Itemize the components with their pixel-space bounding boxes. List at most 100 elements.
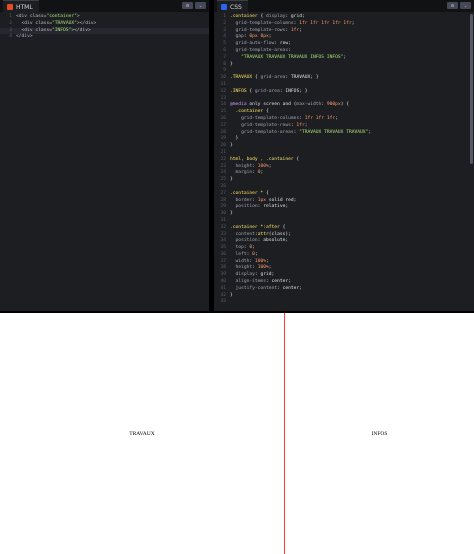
code-token: display: [265, 14, 286, 19]
code-token: position: [230, 238, 258, 244]
code-token: 1fr 1fr 1fr: [304, 115, 336, 121]
code-token: relative: [263, 204, 286, 210]
css-settings-button[interactable]: ⚙: [447, 2, 458, 9]
line-number: 2: [223, 20, 226, 26]
line-number: 11: [220, 81, 226, 87]
code-token: 1px: [257, 197, 269, 203]
code-token: "TRAVAUX TRAVAUX TRAVAUX INFOS INFOS": [230, 54, 344, 60]
css-code-line[interactable]: 40 align-items: center;: [214, 279, 474, 286]
css-code-line[interactable]: 2 grid-template-columns: 1fr 1fr 1fr 1fr…: [214, 21, 474, 28]
html-code-area[interactable]: 1 <div class="container"> 2 <div class="TR…: [0, 12, 209, 311]
css-code-line[interactable]: 11: [214, 82, 474, 89]
code-token: absolute: [263, 238, 286, 244]
line-number: 30: [220, 211, 226, 217]
line-number: 40: [220, 279, 226, 285]
css-code-line[interactable]: 27 .container * {: [214, 191, 474, 198]
html-code-line[interactable]: 4 </div>: [0, 34, 209, 41]
css-code-line[interactable]: 10 .TRAVAUX { grid-area: TRAVAUX; }: [214, 75, 474, 82]
code-token: gap: [230, 34, 244, 40]
travaux-label: TRAVAUX: [129, 430, 155, 437]
html-collapse-button[interactable]: ⌄: [195, 2, 206, 9]
code-token: row: [279, 41, 289, 47]
css-code-line[interactable]: 32 .container *:after {: [214, 225, 474, 232]
code-token: }: [230, 177, 233, 183]
line-number: 32: [220, 224, 226, 230]
code-token: grid: [290, 14, 302, 19]
css-code-line[interactable]: 5 grid-auto-flow: row;: [214, 41, 474, 48]
code-token: 1fr: [290, 27, 300, 33]
html-code-line[interactable]: 2 <div class="TRAVAUX"></div>: [0, 21, 209, 28]
css-scrollbar[interactable]: [470, 14, 473, 164]
css-code-line[interactable]: 6 grid-template-areas:: [214, 48, 474, 55]
line-number: 15: [220, 109, 226, 115]
css-code-line[interactable]: 26: [214, 184, 474, 191]
code-token: ;: [252, 245, 255, 251]
css-code-line[interactable]: 8}: [214, 62, 474, 69]
css-code-line[interactable]: 15 .container {: [214, 109, 474, 116]
css-code-line[interactable]: 29 position: relative;: [214, 204, 474, 211]
code-token: top: [230, 245, 244, 251]
css-code-line[interactable]: 41 justify-content: center;: [214, 286, 474, 293]
line-number: 12: [220, 88, 226, 94]
code-token: ;: [285, 238, 289, 244]
code-token: align-items: [230, 279, 266, 285]
code-token: ;: [271, 272, 275, 278]
code-token: {: [265, 109, 269, 115]
css-editor-panel[interactable]: CSS ⚙ ⌄ 1 .container { display: grid; 2 gr…: [214, 0, 474, 311]
line-number: 21: [220, 149, 226, 155]
code-token: :: [288, 47, 291, 53]
infos-cell: INFOS: [285, 313, 474, 554]
css-code-area[interactable]: 1 .container { display: grid; 2 grid-templ…: [214, 12, 474, 311]
code-token: ;: [268, 34, 272, 40]
css-code-line[interactable]: 21: [214, 150, 474, 157]
code-token: max-width: [296, 102, 322, 108]
css-code-line[interactable]: 36 left: 0;: [214, 252, 474, 259]
code-token: border: [230, 197, 253, 203]
css-code-line[interactable]: 30}: [214, 211, 474, 218]
line-number: 5: [223, 41, 226, 47]
line-number: 36: [220, 251, 226, 257]
code-token: ;: [288, 279, 291, 285]
css-code-line[interactable]: 35 top: 0;: [214, 245, 474, 252]
code-token: {: [265, 190, 269, 196]
line-number: 6: [223, 47, 226, 53]
code-token: attr: [257, 231, 269, 237]
code-token: "container": [46, 14, 77, 19]
html-settings-button[interactable]: ⚙: [182, 2, 193, 9]
code-token: ;: [254, 251, 258, 257]
css-code-line[interactable]: 42}: [214, 293, 474, 300]
code-token: .container: [230, 14, 261, 19]
code-token: "INFOS": [51, 27, 72, 33]
css-code-line[interactable]: 43: [214, 299, 474, 306]
css-code-line[interactable]: 20}: [214, 143, 474, 150]
css-code-line[interactable]: 17 grid-template-rows: 1fr;: [214, 123, 474, 130]
html-editor-panel[interactable]: HTML ⚙ ⌄ 1 <div class="container"> 2 <div …: [0, 0, 209, 311]
css-code-line[interactable]: 19 }: [214, 136, 474, 143]
line-number: 4: [9, 34, 12, 40]
code-token: 100%: [257, 163, 269, 169]
code-token: center: [282, 285, 300, 291]
css-code-line[interactable]: 24 margin: 0;: [214, 170, 474, 177]
css-code-line[interactable]: 1 .container { display: grid;: [214, 14, 474, 21]
css-code-line[interactable]: 16 grid-template-columns: 1fr 1fr 1fr;: [214, 116, 474, 123]
code-token: }: [230, 61, 233, 67]
css-code-line[interactable]: 25}: [214, 177, 474, 184]
css-collapse-button[interactable]: ⌄: [460, 2, 471, 9]
code-token: ;: [335, 115, 338, 121]
css-code-line[interactable]: 31: [214, 218, 474, 225]
html-file-icon: [7, 4, 13, 10]
css-code-line[interactable]: 12 .INFOS { grid-area: INFOS; }: [214, 89, 474, 96]
code-token: grid-auto-flow: [230, 41, 275, 47]
line-number: 35: [220, 245, 226, 251]
css-code-line[interactable]: 22 html, body , .container {: [214, 157, 474, 164]
infos-label: INFOS: [371, 430, 388, 437]
css-code-line[interactable]: 7 "TRAVAUX TRAVAUX TRAVAUX INFOS INFOS";: [214, 55, 474, 62]
code-token: ;: [301, 14, 305, 19]
code-token: <div: [16, 20, 36, 26]
code-token: TRAVAUX: [290, 75, 311, 81]
code-token: display: [230, 272, 255, 278]
line-number: 20: [220, 143, 226, 149]
css-code-line[interactable]: 18 grid-template-areas: "TRAVAUX TRAVAUX…: [214, 130, 474, 137]
html-code-line[interactable]: 1 <div class="container">: [0, 14, 209, 21]
editor-area: HTML ⚙ ⌄ 1 <div class="container"> 2 <div …: [0, 0, 474, 313]
